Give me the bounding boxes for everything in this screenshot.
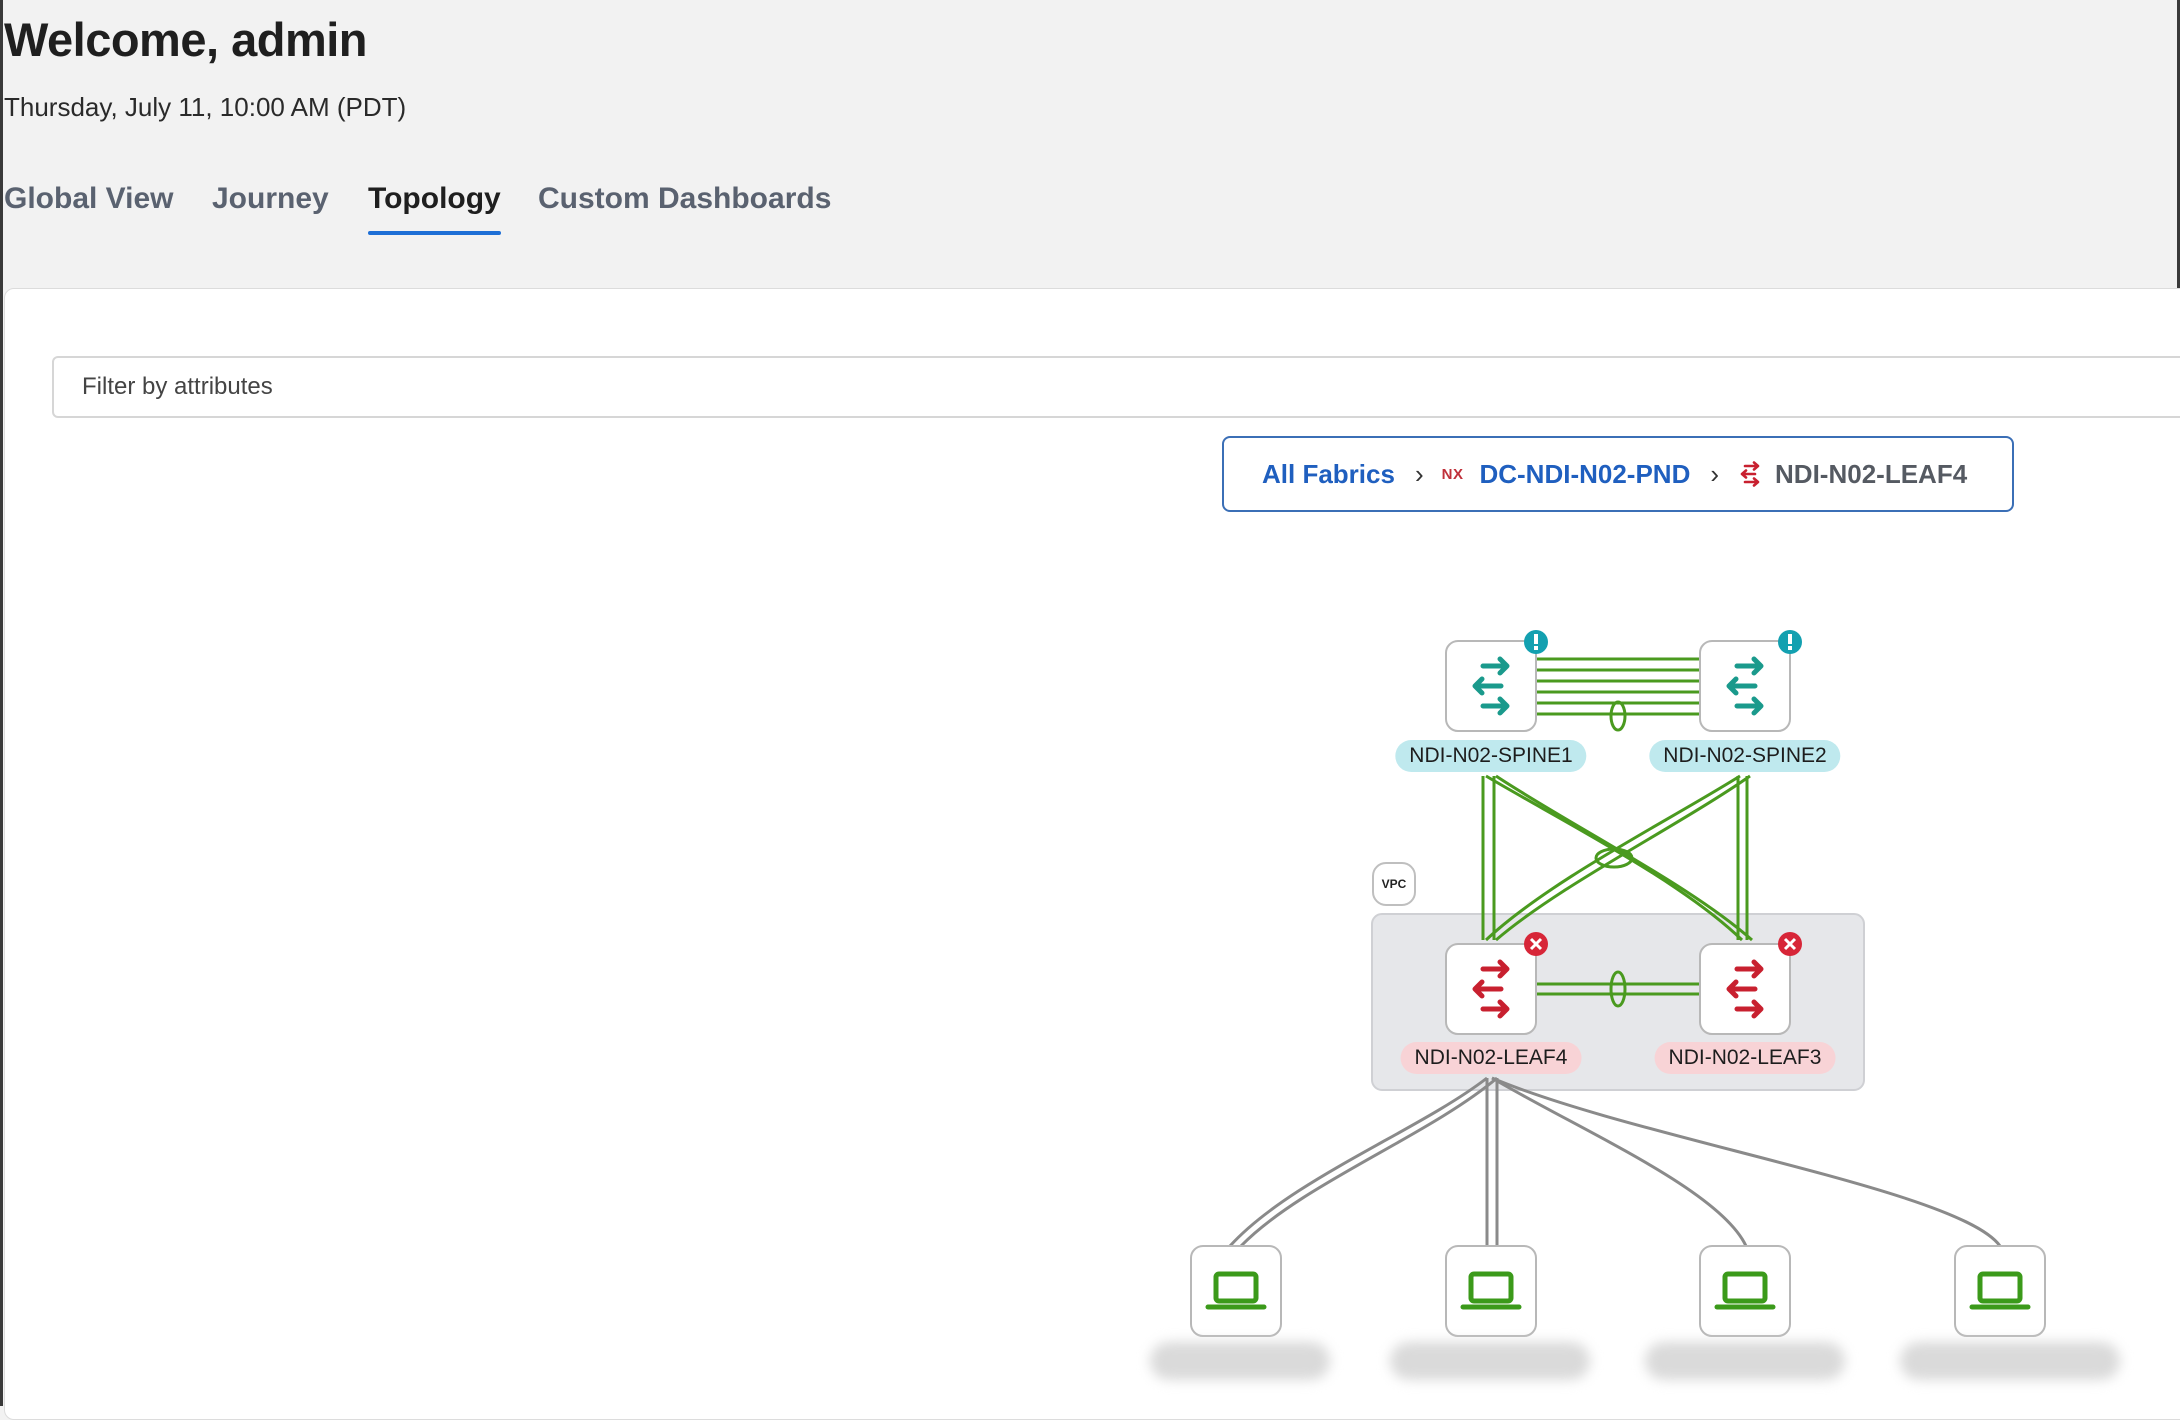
host-node[interactable] [1954,1245,2046,1337]
host-node-box [1445,1245,1537,1337]
vpc-tag[interactable]: VPC [1372,862,1416,906]
spine-label: NDI-N02-SPINE2 [1649,740,1841,772]
spine-node[interactable] [1445,630,1548,732]
critical-badge-icon [1778,932,1802,956]
redacted-label [1390,1342,1590,1380]
leaf-node[interactable] [1699,932,1802,1035]
redacted-label [1150,1342,1330,1380]
spine-peer-links [1536,657,1700,732]
host-node[interactable] [1445,1245,1537,1337]
warning-badge-icon [1524,630,1548,654]
host-node-box [1190,1245,1282,1337]
host-node[interactable] [1699,1245,1791,1337]
host-node-box [1699,1245,1791,1337]
host-node-box [1954,1245,2046,1337]
redacted-label [1900,1342,2120,1380]
host-node[interactable] [1190,1245,1282,1337]
topology-graph [1190,630,2046,1337]
host-labels-redacted [1140,1342,2130,1382]
spine-label: NDI-N02-SPINE1 [1395,740,1587,772]
leaf-label: NDI-N02-LEAF4 [1400,1042,1582,1074]
warning-badge-icon [1778,630,1802,654]
spine-node[interactable] [1699,630,1802,732]
redacted-label [1645,1342,1845,1380]
leaf-label: NDI-N02-LEAF3 [1654,1042,1836,1074]
critical-badge-icon [1524,932,1548,956]
leaf-node[interactable] [1445,932,1548,1035]
leaf-host-links [1228,1076,2002,1248]
